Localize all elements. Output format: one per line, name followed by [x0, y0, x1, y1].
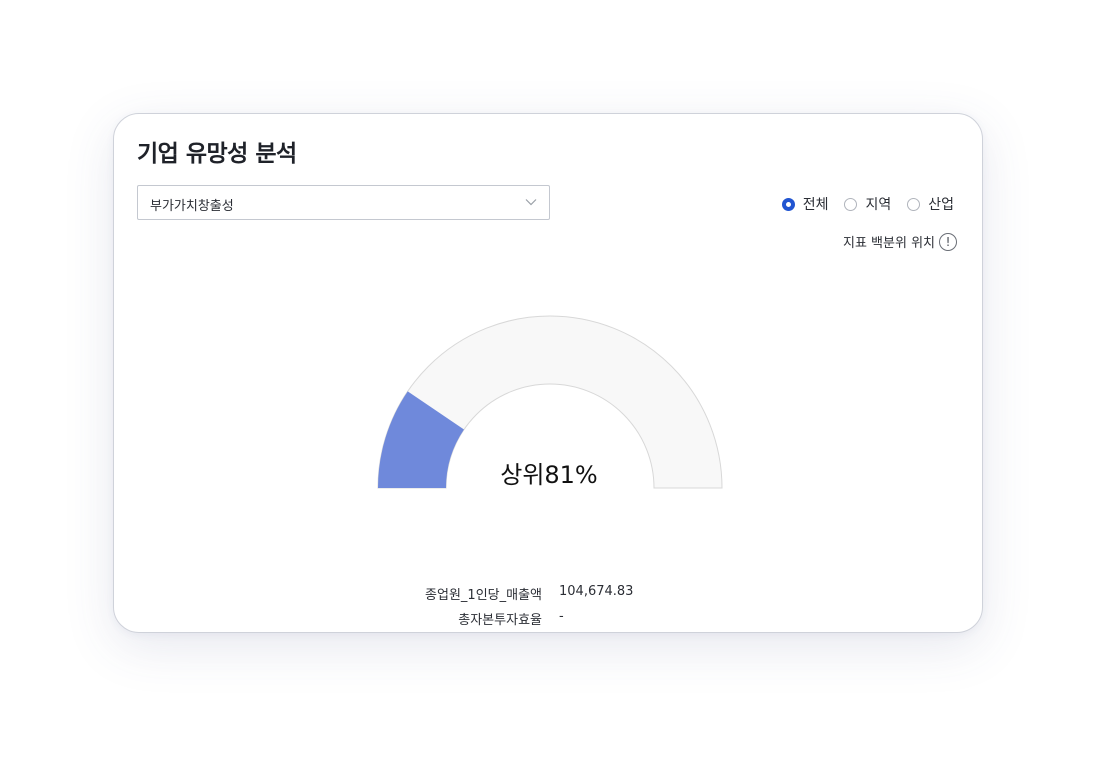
metric-value: 104,674.83: [559, 584, 634, 599]
analysis-card: 기업 유망성 분석 부가가치창출성 전체 지역 산업 지표 백분위 위치 ! 상…: [113, 113, 983, 633]
percentile-gauge: [377, 315, 723, 489]
metric-label: 종업원_1인당_매출액: [425, 588, 542, 603]
metric-value: -: [559, 609, 564, 624]
metric-label: 총자본투자효율: [458, 613, 542, 628]
gauge-percentile-label: 상위81%: [500, 461, 598, 489]
